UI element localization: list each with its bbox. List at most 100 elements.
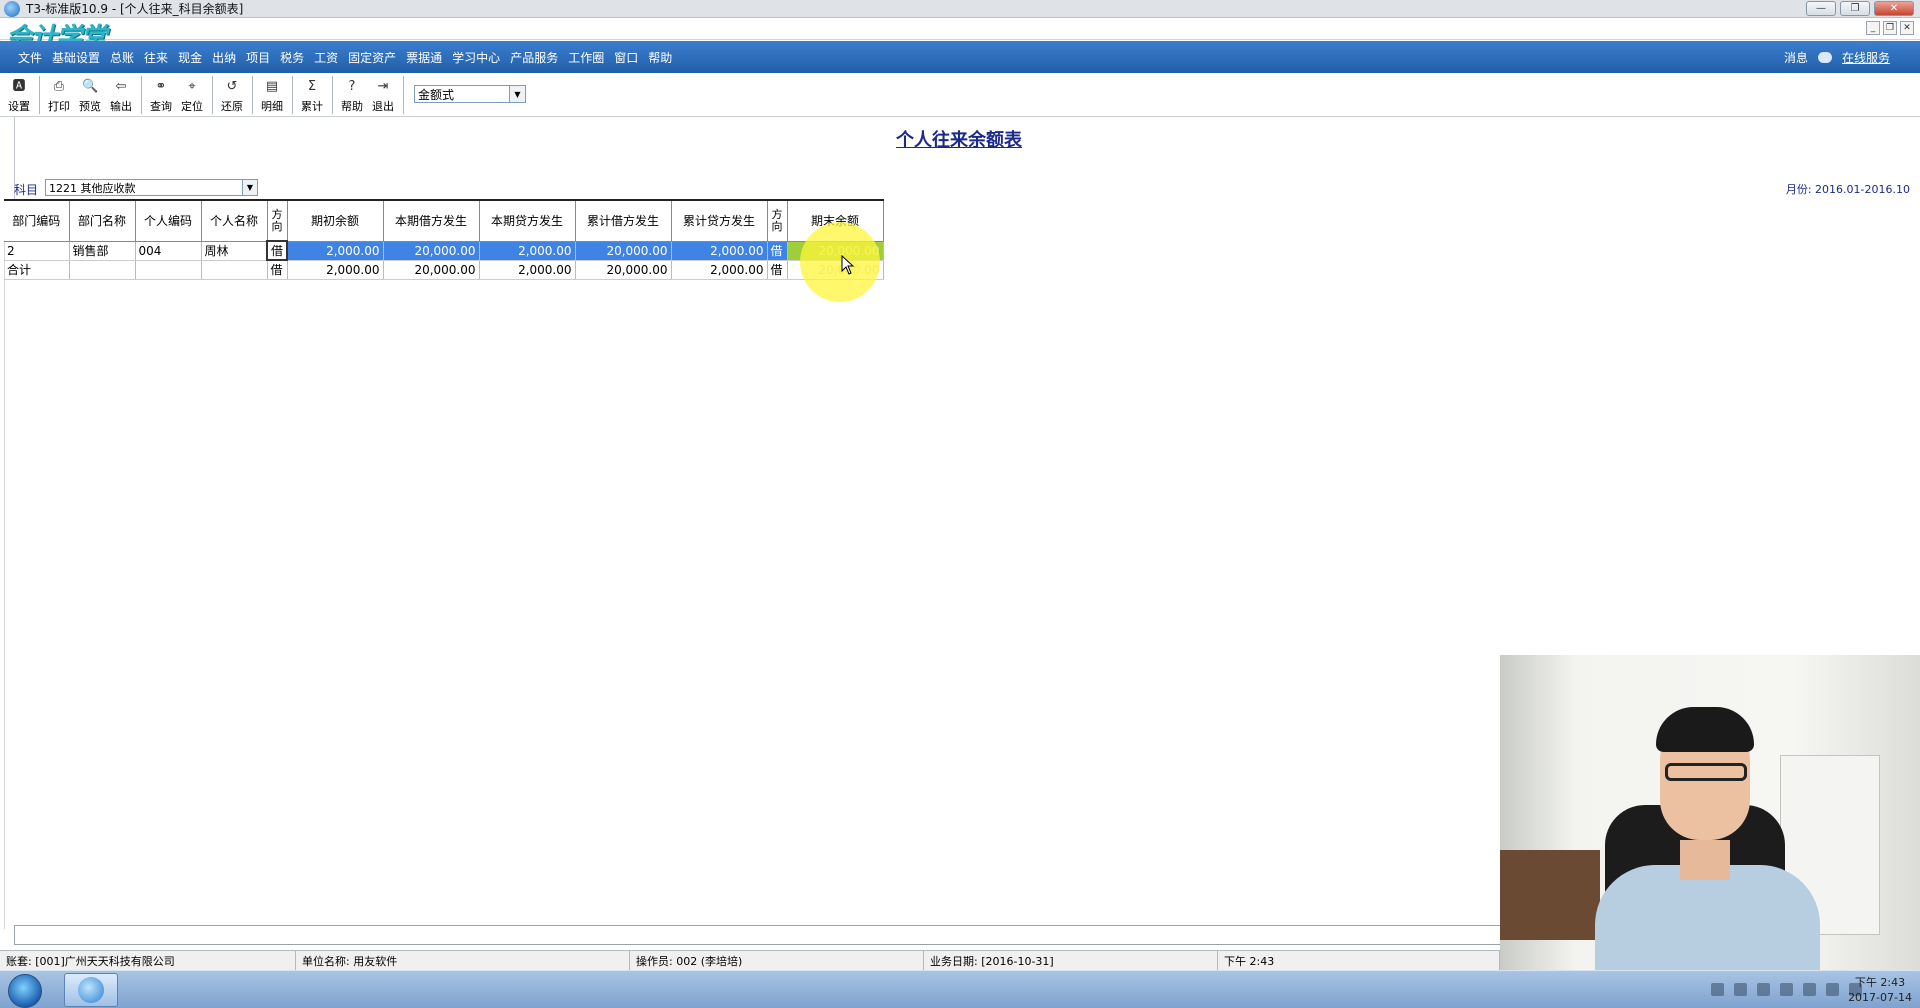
- menu-file[interactable]: 文件: [18, 49, 42, 66]
- cell-direction[interactable]: 借: [267, 260, 288, 280]
- cell-opening-balance[interactable]: 2,000.00: [287, 241, 384, 261]
- mdi-minimize-button[interactable]: _: [1866, 21, 1880, 35]
- export-button[interactable]: ⇦ 输出: [106, 76, 136, 116]
- menu-product-service[interactable]: 产品服务: [510, 49, 558, 66]
- cell-direction[interactable]: 借: [265, 240, 289, 261]
- print-button[interactable]: ⎙ 打印: [44, 76, 74, 116]
- menu-cashier[interactable]: 出纳: [212, 49, 236, 66]
- chevron-down-icon[interactable]: ▼: [242, 180, 257, 195]
- col-opening-balance[interactable]: 期初余额: [287, 201, 384, 242]
- col-person-code[interactable]: 个人编码: [135, 201, 202, 242]
- flag-icon[interactable]: [1826, 983, 1839, 996]
- status-operator: 操作员: 002 (李培培): [630, 950, 924, 971]
- col-direction-end[interactable]: 方向: [767, 201, 788, 242]
- close-button[interactable]: ✕: [1874, 1, 1914, 16]
- window-titlebar: T3-标准版10.9 - [个人往来_科目余额表] — ❐ ✕: [0, 0, 1920, 18]
- menu-window[interactable]: 窗口: [614, 49, 638, 66]
- settings-button[interactable]: 🅰 设置: [4, 76, 34, 116]
- cell-person-name[interactable]: 周林: [201, 241, 268, 261]
- start-button[interactable]: [8, 974, 42, 1008]
- col-period-credit[interactable]: 本期贷方发生: [479, 201, 576, 242]
- col-dept-name[interactable]: 部门名称: [69, 201, 136, 242]
- cell-person-code[interactable]: 004: [135, 241, 202, 261]
- query-button[interactable]: ⚭ 查询: [146, 76, 176, 116]
- menu-help[interactable]: 帮助: [648, 49, 672, 66]
- cell-cumulative-debit[interactable]: 20,000.00: [575, 260, 672, 280]
- restore-icon: ↺: [226, 79, 238, 94]
- cell-period-debit[interactable]: 20,000.00: [383, 260, 480, 280]
- cell-dept-name[interactable]: 销售部: [69, 241, 136, 261]
- mdi-restore-button[interactable]: ❐: [1883, 21, 1897, 35]
- online-service-link[interactable]: 在线服务: [1842, 49, 1890, 66]
- taskbar-clock[interactable]: 下午 2:43 2017-07-14: [1848, 975, 1912, 1005]
- help-button[interactable]: ? 帮助: [337, 76, 367, 116]
- minimize-button[interactable]: —: [1806, 1, 1836, 16]
- menu-tax[interactable]: 税务: [280, 49, 304, 66]
- toolbar-separator: [252, 76, 253, 114]
- webcam-presenter-neck: [1680, 840, 1730, 880]
- toolbar-separator: [403, 76, 404, 114]
- period-label: 月份: 2016.01-2016.10: [1785, 183, 1910, 196]
- tool-icon[interactable]: [1780, 983, 1793, 996]
- toolbar-separator: [212, 76, 213, 114]
- device-icon[interactable]: [1803, 983, 1816, 996]
- export-icon: ⇦: [115, 79, 127, 94]
- restore-button[interactable]: ❐: [1840, 1, 1870, 16]
- cell-person-code[interactable]: [135, 260, 202, 280]
- cell-opening-balance[interactable]: 2,000.00: [287, 260, 384, 280]
- col-dept-code[interactable]: 部门编码: [4, 201, 70, 242]
- cell-person-name[interactable]: [201, 260, 268, 280]
- table-row[interactable]: 2 销售部 004 周林 借 2,000.00 20,000.00 2,000.…: [4, 240, 884, 261]
- cell-dept-name[interactable]: [69, 260, 136, 280]
- table-row-total[interactable]: 合计 借 2,000.00 20,000.00 2,000.00 20,000.…: [4, 260, 884, 280]
- clock-date: 2017-07-14: [1848, 991, 1912, 1004]
- exit-button[interactable]: ⇥ 退出: [368, 76, 398, 116]
- menu-cash[interactable]: 现金: [178, 49, 202, 66]
- cell-direction-end[interactable]: 借: [767, 260, 788, 280]
- format-select[interactable]: 金额式 ▼: [414, 85, 526, 103]
- menu-general-ledger[interactable]: 总账: [110, 49, 134, 66]
- col-direction[interactable]: 方向: [267, 201, 288, 242]
- status-unit: 单位名称: 用友软件: [296, 950, 630, 971]
- taskbar: 下午 2:43 2017-07-14: [0, 970, 1920, 1008]
- cell-period-debit[interactable]: 20,000.00: [383, 241, 480, 261]
- detail-button[interactable]: ▤ 明细: [257, 76, 287, 116]
- locate-button[interactable]: ⌖ 定位: [177, 76, 207, 116]
- format-select-value: 金额式: [418, 87, 455, 102]
- menu-learning-center[interactable]: 学习中心: [452, 49, 500, 66]
- cumulative-button[interactable]: Σ 累计: [297, 76, 327, 116]
- taskbar-app-button[interactable]: [64, 973, 118, 1007]
- menu-basic-settings[interactable]: 基础设置: [52, 49, 100, 66]
- restore-view-button[interactable]: ↺ 还原: [217, 76, 247, 116]
- messages-link[interactable]: 消息: [1784, 49, 1808, 66]
- cell-cumulative-credit[interactable]: 2,000.00: [671, 241, 768, 261]
- printer-icon: ⎙: [53, 79, 65, 94]
- help-icon: ?: [348, 79, 356, 94]
- sync-icon[interactable]: [1757, 983, 1770, 996]
- col-person-name[interactable]: 个人名称: [201, 201, 268, 242]
- cell-direction-end[interactable]: 借: [767, 241, 788, 261]
- keyboard-icon[interactable]: [1711, 983, 1724, 996]
- cell-period-credit[interactable]: 2,000.00: [479, 260, 576, 280]
- toolbar-separator: [39, 76, 40, 114]
- cell-period-credit[interactable]: 2,000.00: [479, 241, 576, 261]
- col-cumulative-credit[interactable]: 累计贷方发生: [671, 201, 768, 242]
- preview-button[interactable]: 🔍 预览: [75, 76, 105, 116]
- chevron-down-icon[interactable]: ▼: [509, 86, 525, 102]
- menu-fixed-assets[interactable]: 固定资产: [348, 49, 396, 66]
- cell-total-label[interactable]: 合计: [4, 260, 70, 280]
- mdi-close-button[interactable]: ✕: [1900, 21, 1914, 35]
- col-period-debit[interactable]: 本期借方发生: [383, 201, 480, 242]
- menu-right: 消息 在线服务: [1784, 49, 1890, 66]
- menu-bills[interactable]: 票据通: [406, 49, 442, 66]
- menu-work-circle[interactable]: 工作圈: [568, 49, 604, 66]
- network-icon[interactable]: [1734, 983, 1747, 996]
- menu-payroll[interactable]: 工资: [314, 49, 338, 66]
- cell-dept-code[interactable]: 2: [4, 241, 70, 261]
- cell-cumulative-debit[interactable]: 20,000.00: [575, 241, 672, 261]
- subject-select[interactable]: 1221 其他应收款 ▼: [45, 179, 258, 196]
- menu-receivables[interactable]: 往来: [144, 49, 168, 66]
- cell-cumulative-credit[interactable]: 2,000.00: [671, 260, 768, 280]
- menu-project[interactable]: 项目: [246, 49, 270, 66]
- col-cumulative-debit[interactable]: 累计借方发生: [575, 201, 672, 242]
